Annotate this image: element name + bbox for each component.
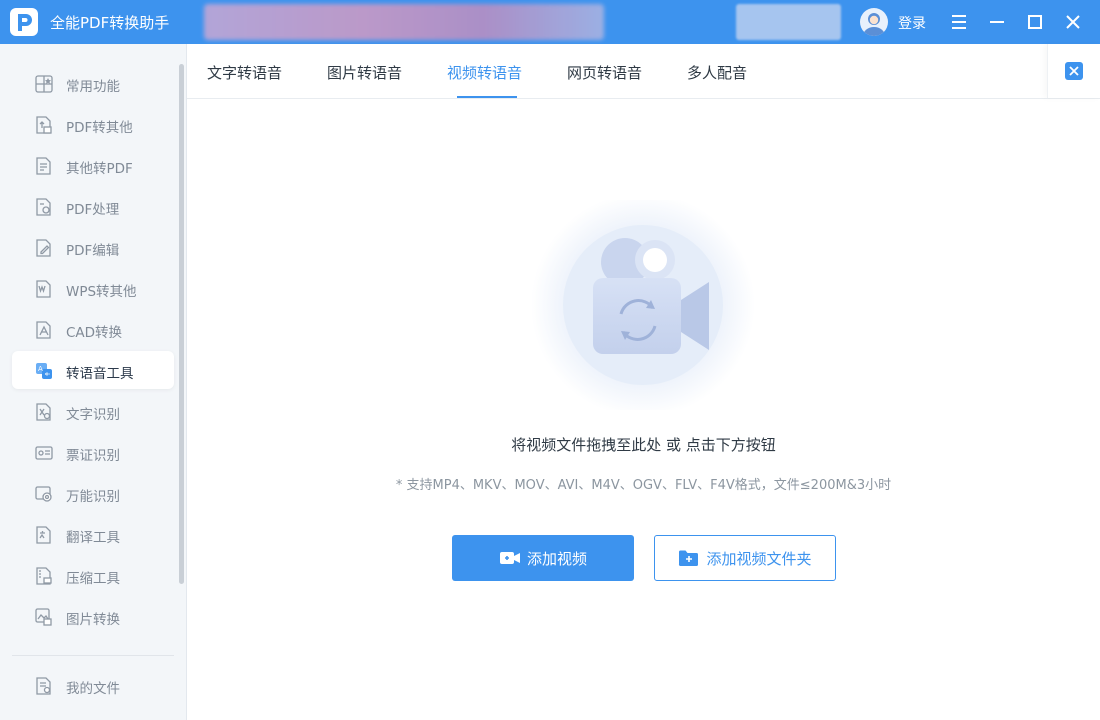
sidebar-item-label: 图片转换 xyxy=(66,612,120,628)
user-avatar-icon[interactable] xyxy=(860,8,888,36)
tab-video-to-speech[interactable]: 视频转语音 xyxy=(447,62,522,83)
sidebar-item-ticket-ocr[interactable]: 票证识别 xyxy=(12,433,174,471)
tab-multi-voice[interactable]: 多人配音 xyxy=(687,62,747,83)
tab-text-to-speech[interactable]: 文字转语音 xyxy=(207,62,282,83)
sidebar: 常用功能 PDF转其他 其他转PDF PDF处理 PDF编辑 WPS转其他 CA… xyxy=(0,44,187,720)
login-link[interactable]: 登录 xyxy=(898,13,926,33)
sidebar-item-universal-ocr[interactable]: 万能识别 xyxy=(12,474,174,512)
sidebar-item-voice-tool[interactable]: A 转语音工具 xyxy=(12,351,174,389)
sidebar-item-label: PDF编辑 xyxy=(66,243,120,259)
maximize-icon[interactable] xyxy=(1023,10,1047,34)
app-title: 全能PDF转换助手 xyxy=(50,14,170,32)
universal-ocr-icon xyxy=(34,484,54,504)
sidebar-item-label: 万能识别 xyxy=(66,489,120,505)
sidebar-item-label: 常用功能 xyxy=(66,79,120,95)
tab-web-to-speech[interactable]: 网页转语音 xyxy=(567,62,642,83)
ticket-ocr-icon xyxy=(34,443,54,463)
close-icon[interactable] xyxy=(1061,10,1085,34)
compress-icon xyxy=(34,566,54,586)
menu-icon[interactable] xyxy=(947,10,971,34)
sidebar-item-translate[interactable]: 翻译工具 xyxy=(12,515,174,553)
sidebar-item-label: WPS转其他 xyxy=(66,284,137,300)
video-camera-icon xyxy=(499,549,521,567)
folder-add-icon xyxy=(678,549,700,567)
add-video-button[interactable]: 添加视频 xyxy=(452,535,634,581)
sidebar-item-common[interactable]: 常用功能 xyxy=(12,64,174,102)
sidebar-item-pdf-edit[interactable]: PDF编辑 xyxy=(12,228,174,266)
sidebar-item-label: 票证识别 xyxy=(66,448,120,464)
blurred-banner xyxy=(204,4,604,40)
my-files-icon xyxy=(34,676,54,696)
to-pdf-icon xyxy=(34,156,54,176)
add-video-label: 添加视频 xyxy=(526,549,587,568)
sidebar-item-text-ocr[interactable]: 文字识别 xyxy=(12,392,174,430)
sidebar-item-label: PDF处理 xyxy=(66,202,120,218)
minimize-icon[interactable] xyxy=(985,10,1009,34)
sidebar-item-label: 翻译工具 xyxy=(66,530,120,546)
star-grid-icon xyxy=(34,74,54,94)
video-upload-illustration xyxy=(515,193,775,417)
sidebar-item-my-files[interactable]: 我的文件 xyxy=(12,666,174,704)
cad-icon xyxy=(34,320,54,340)
sidebar-scrollbar[interactable] xyxy=(179,64,184,584)
sidebar-divider xyxy=(12,655,174,656)
voice-tool-icon: A xyxy=(34,361,54,381)
sidebar-item-pdf-process[interactable]: PDF处理 xyxy=(12,187,174,225)
add-video-folder-button[interactable]: 添加视频文件夹 xyxy=(654,535,836,581)
app-logo xyxy=(10,8,38,36)
sidebar-item-label: 转语音工具 xyxy=(66,366,134,382)
sidebar-item-label: CAD转换 xyxy=(66,325,123,341)
translate-icon xyxy=(34,525,54,545)
active-tab-indicator xyxy=(457,96,517,98)
sidebar-item-image-convert[interactable]: 图片转换 xyxy=(12,597,174,635)
supported-formats-note: * 支持MP4、MKV、MOV、AVI、M4V、OGV、FLV、F4V格式，文件… xyxy=(395,478,892,493)
sidebar-item-label: 我的文件 xyxy=(66,681,120,697)
sidebar-item-label: PDF转其他 xyxy=(66,120,133,136)
wps-icon xyxy=(34,279,54,299)
sidebar-item-cad[interactable]: CAD转换 xyxy=(12,310,174,348)
sidebar-item-pdf-to-other[interactable]: PDF转其他 xyxy=(12,105,174,143)
sidebar-item-label: 其他转PDF xyxy=(66,161,133,177)
svg-text:A: A xyxy=(38,365,43,373)
sidebar-item-wps[interactable]: WPS转其他 xyxy=(12,269,174,307)
tab-image-to-speech[interactable]: 图片转语音 xyxy=(327,62,402,83)
pdf-convert-icon xyxy=(34,115,54,135)
title-bar: 全能PDF转换助手 登录 xyxy=(0,0,1100,44)
drop-hint-text: 将视频文件拖拽至此处 或 点击下方按钮 xyxy=(511,436,776,454)
collapse-close-icon[interactable] xyxy=(1065,62,1083,80)
text-ocr-icon xyxy=(34,402,54,422)
pdf-edit-icon xyxy=(34,238,54,258)
sidebar-item-label: 文字识别 xyxy=(66,407,120,423)
tab-close-area xyxy=(1047,44,1100,98)
image-convert-icon xyxy=(34,607,54,627)
sidebar-item-label: 压缩工具 xyxy=(66,571,120,587)
sidebar-item-other-to-pdf[interactable]: 其他转PDF xyxy=(12,146,174,184)
pdf-process-icon xyxy=(34,197,54,217)
tab-bar: 文字转语音 图片转语音 视频转语音 网页转语音 多人配音 xyxy=(187,44,1100,99)
sidebar-item-compress[interactable]: 压缩工具 xyxy=(12,556,174,594)
blurred-badge xyxy=(736,4,841,40)
add-video-folder-label: 添加视频文件夹 xyxy=(706,549,812,568)
